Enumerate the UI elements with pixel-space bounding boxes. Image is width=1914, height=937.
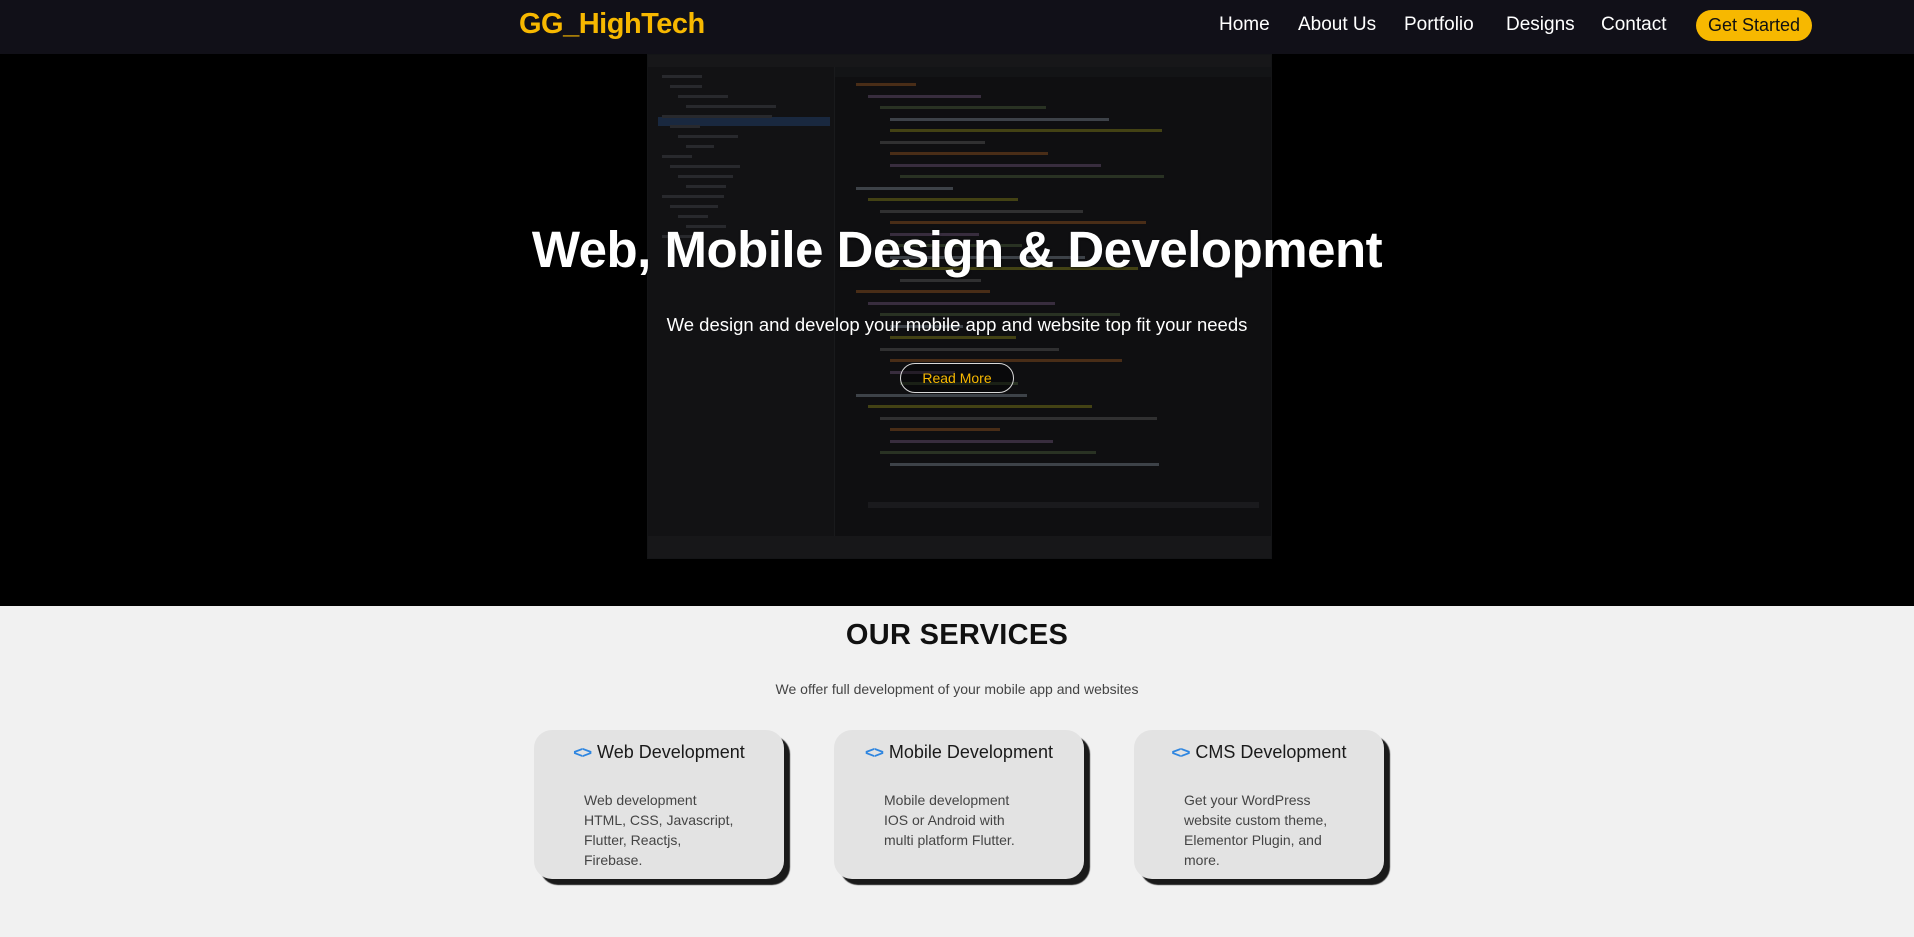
ide-tabs (834, 67, 1271, 77)
ide-code-line (890, 336, 1016, 339)
ide-code-line (890, 163, 1101, 167)
service-card-description: Get your WordPress website custom theme,… (1184, 790, 1364, 870)
ide-code-line (856, 290, 990, 293)
ide-tree-line (670, 125, 700, 128)
hero-subtitle: We design and develop your mobile app an… (666, 314, 1248, 335)
service-card-description: Web development HTML, CSS, Javascript, F… (584, 790, 764, 870)
ide-code-line (856, 186, 953, 190)
service-card-line: Web development (584, 792, 697, 808)
service-card-header: <> Mobile Development (834, 742, 1084, 763)
service-card-description: Mobile development IOS or Android with m… (884, 790, 1064, 850)
ide-tree-line (678, 95, 728, 98)
nav-link-contact[interactable]: Contact (1601, 14, 1666, 36)
ide-tree-line (678, 175, 733, 178)
service-card-line: website custom theme, (1184, 812, 1328, 828)
ide-code-line (880, 140, 985, 144)
ide-status-bar (648, 536, 1271, 558)
service-card-line: more. (1184, 852, 1220, 868)
ide-code-line (890, 129, 1162, 132)
ide-code-line (868, 405, 1092, 408)
service-card-cms: <> CMS Development Get your WordPress web… (1134, 730, 1384, 879)
ide-tree-line (662, 75, 702, 78)
ide-tree-line (670, 165, 740, 168)
ide-tree-line (662, 115, 772, 118)
service-card-line: Mobile development (884, 792, 1010, 808)
service-card-line: Get your WordPress (1184, 792, 1311, 808)
nav-link-portfolio[interactable]: Portfolio (1404, 14, 1474, 36)
code-brackets-icon: <> (1171, 743, 1191, 762)
ide-code-line (880, 451, 1096, 454)
ide-code-line (868, 198, 1018, 201)
ide-code-line (890, 462, 1159, 466)
ide-tree-line (686, 105, 776, 108)
ide-code-line (868, 94, 981, 98)
hero-section: Web, Mobile Design & Development We desi… (0, 54, 1914, 606)
service-card-title: Mobile Development (888, 742, 1053, 762)
brand-logo[interactable]: GG_HighTech (519, 8, 705, 41)
ide-code-area (838, 79, 1261, 498)
ide-tree-line (686, 185, 726, 188)
ide-project-tree (648, 67, 835, 536)
ide-code-line (890, 152, 1048, 155)
ide-scrollbar (868, 502, 1259, 508)
service-card-line: Flutter, Reactjs, (584, 832, 682, 848)
ide-code-line (890, 428, 1000, 431)
hero-title: Web, Mobile Design & Development (531, 221, 1383, 278)
service-card-line: IOS or Android with (884, 812, 1005, 828)
service-card-line: Firebase. (584, 852, 643, 868)
code-brackets-icon: <> (573, 743, 592, 762)
hero-background-image (647, 54, 1272, 559)
service-card-title: CMS Development (1195, 742, 1347, 762)
ide-toolbar (648, 55, 1271, 67)
ide-code-line (880, 209, 1083, 213)
navbar: GG_HighTech Home About Us Portfolio Desi… (0, 0, 1914, 54)
service-card-line: Elementor Plugin, and (1184, 832, 1322, 848)
ide-code-line (856, 393, 1027, 397)
ide-code-line (900, 175, 1164, 178)
ide-code-line (890, 439, 1053, 443)
service-card-title: Web Development (597, 742, 745, 762)
ide-code-line (890, 117, 1109, 121)
ide-code-line (868, 301, 1055, 305)
service-card-header: <> Web Development (534, 742, 784, 763)
ide-tree-line (662, 155, 692, 158)
service-card-line: HTML, CSS, Javascript, (584, 812, 734, 828)
nav-link-about-us[interactable]: About Us (1298, 14, 1376, 36)
get-started-button[interactable]: Get Started (1696, 10, 1813, 41)
ide-tree-line (678, 135, 738, 138)
read-more-button[interactable]: Read More (900, 363, 1014, 393)
service-card-web: <> Web Development Web development HTML, … (534, 730, 784, 879)
ide-code-line (890, 359, 1122, 362)
ide-tree-line (662, 195, 724, 198)
ide-tree-line (678, 215, 708, 218)
ide-code-line (880, 416, 1157, 420)
service-card-line: multi platform Flutter. (884, 832, 1015, 848)
nav-link-home[interactable]: Home (1219, 14, 1270, 36)
services-subtitle: We offer full development of your mobile… (775, 681, 1139, 697)
service-card-mobile: <> Mobile Development Mobile development … (834, 730, 1084, 879)
service-card-header: <> CMS Development (1134, 742, 1384, 763)
ide-code-line (856, 83, 916, 86)
ide-code-line (880, 347, 1059, 351)
code-brackets-icon: <> (865, 743, 884, 762)
ide-tree-line (686, 145, 714, 148)
ide-code-line (880, 106, 1046, 109)
ide-tree-line (670, 85, 702, 88)
services-title: OUR SERVICES (845, 619, 1069, 651)
nav-link-designs[interactable]: Designs (1506, 14, 1575, 36)
ide-tree-line (670, 205, 718, 208)
